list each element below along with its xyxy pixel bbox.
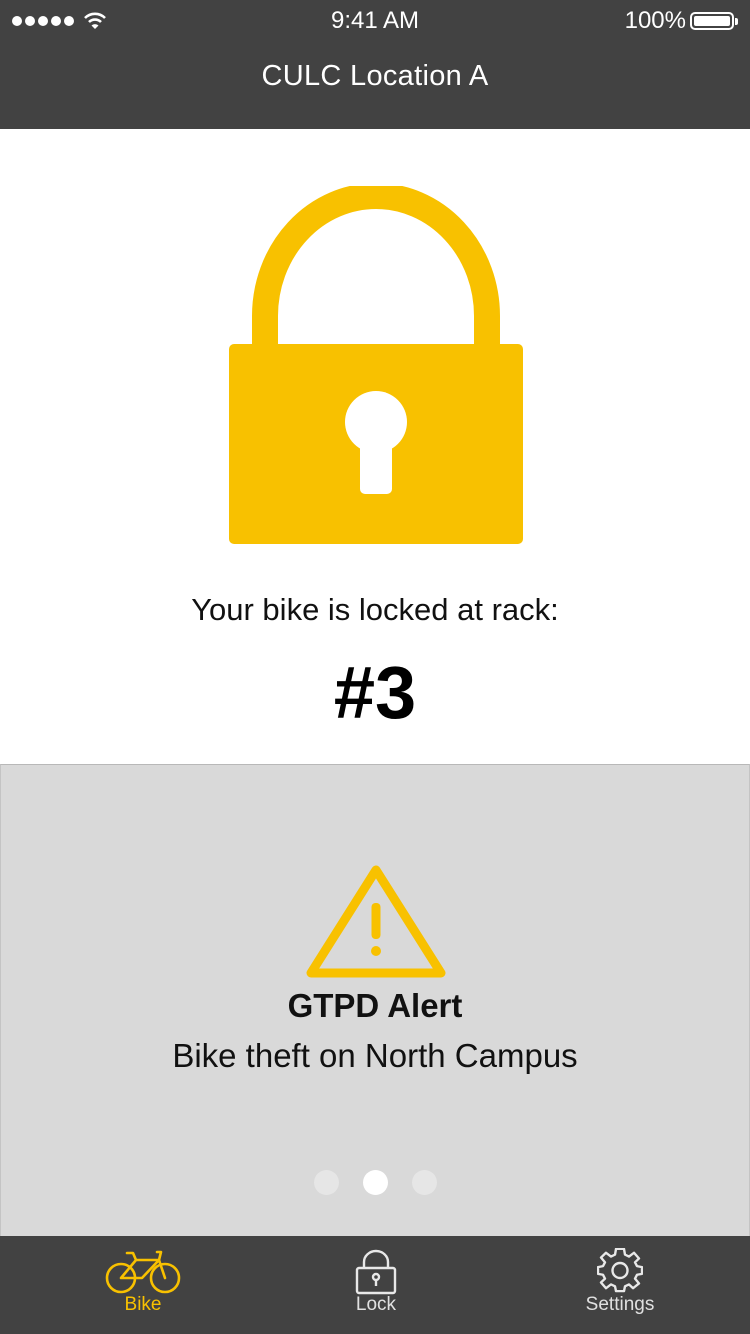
page-dot[interactable] — [411, 1170, 437, 1195]
battery-percent: 100% — [624, 7, 686, 34]
battery-indicator: 100% — [625, 7, 738, 35]
bike-icon — [105, 1250, 181, 1294]
battery-cap — [735, 17, 738, 25]
battery-icon — [690, 12, 734, 30]
tab-bike[interactable]: Bike — [63, 1236, 223, 1334]
rack-number: #3 — [333, 651, 417, 734]
tab-label: Lock — [355, 1294, 397, 1315]
lock-icon — [355, 1249, 397, 1295]
top-bar: 9:41 AM 100% CULC Location A — [0, 0, 750, 129]
gear-icon — [597, 1248, 643, 1293]
tab-settings[interactable]: Settings — [540, 1236, 700, 1334]
page-dot[interactable] — [313, 1170, 339, 1195]
tab-label: Bike — [124, 1294, 162, 1315]
page-title: CULC Location A — [261, 60, 489, 92]
tab-label: Settings — [585, 1294, 655, 1315]
alert-title: GTPD Alert — [287, 987, 463, 1024]
page-indicator[interactable] — [1, 1170, 749, 1195]
warning-icon — [306, 865, 446, 978]
lock-status-message: Your bike is locked at rack: — [191, 592, 559, 627]
tab-lock[interactable]: Lock — [296, 1236, 456, 1334]
padlock-icon — [229, 186, 523, 544]
alert-carousel[interactable]: GTPD Alert Bike theft on North Campus — [0, 764, 750, 1236]
page-dot-active[interactable] — [362, 1170, 388, 1195]
alert-message: Bike theft on North Campus — [172, 1037, 578, 1074]
tab-bar: Bike Lock Settings — [0, 1236, 750, 1334]
